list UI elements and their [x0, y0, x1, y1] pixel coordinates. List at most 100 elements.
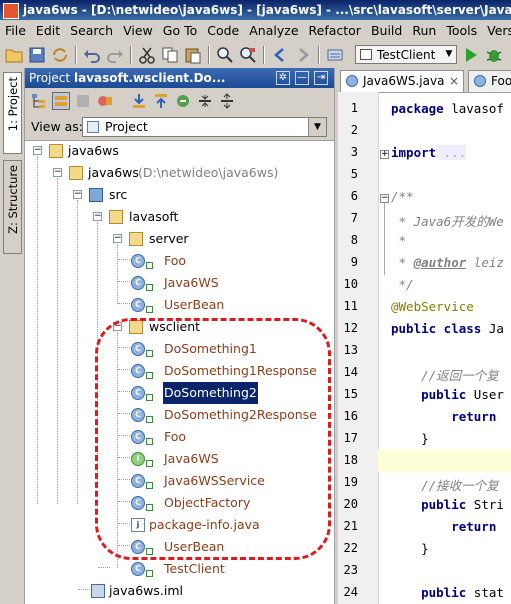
tab-foo[interactable]: Foo — [468, 70, 511, 92]
menu-refactor[interactable]: Refactor — [304, 20, 366, 42]
tree-label: lavasoft — [129, 209, 179, 224]
collapse-toggle[interactable]: − — [53, 168, 62, 177]
collapse-toggle[interactable]: − — [113, 234, 122, 243]
keyword: public — [391, 497, 467, 512]
collapse-all-icon[interactable] — [197, 93, 213, 109]
expand-fold-icon[interactable]: + — [380, 150, 389, 159]
code-line: */ — [391, 277, 414, 292]
copy-icon[interactable] — [161, 46, 179, 64]
line-number: 7 — [350, 211, 358, 225]
redo-icon[interactable] — [106, 46, 124, 64]
package-icon — [109, 210, 123, 224]
autoscroll-from-source-icon[interactable] — [153, 93, 169, 109]
code-view[interactable]: + − package lavasof import ... /** * Jav… — [378, 92, 511, 604]
make-project-icon[interactable] — [326, 46, 344, 64]
class-icon — [474, 75, 486, 87]
code-line: * — [391, 233, 407, 248]
expand-all-icon[interactable] — [219, 93, 235, 109]
open-folder-icon[interactable] — [5, 46, 23, 64]
tree-label: Java6WS — [164, 275, 219, 290]
menu-bar: File Edit Search View Go To Code Analyze Refact… — [0, 20, 511, 42]
editor-area: Java6WS.java × Foo 1 2 3 5 6 7 8 9 10 11… — [338, 68, 511, 604]
source-folder-icon — [89, 188, 103, 202]
folded-imports[interactable]: ... — [436, 145, 467, 160]
chevron-down-icon: ▼ — [308, 118, 326, 136]
code-line: * Java6开发的We — [391, 214, 504, 229]
tree-file-java6ws-iml[interactable]: java6ws.iml — [25, 580, 334, 602]
toolbar-separator — [130, 46, 132, 64]
menu-build[interactable]: Build — [366, 20, 407, 42]
settings-icon[interactable]: ✲ — [276, 71, 290, 85]
collapse-toggle[interactable]: − — [73, 190, 82, 199]
synchronize-icon[interactable] — [51, 46, 69, 64]
tree-class-testclient[interactable]: C TestClient — [25, 558, 334, 580]
tree-class-java6ws[interactable]: C Java6WS — [25, 272, 334, 294]
tab-structure-label: Z: Structure — [6, 165, 20, 234]
menu-code[interactable]: Code — [202, 20, 244, 42]
menu-analyze[interactable]: Analyze — [244, 20, 303, 42]
flatten-packages-icon[interactable] — [52, 92, 70, 110]
collapse-toggle[interactable]: − — [93, 212, 102, 221]
line-number: 17 — [343, 431, 358, 445]
collapse-toggle[interactable]: − — [33, 146, 42, 155]
line-number: 15 — [343, 387, 358, 401]
menu-edit[interactable]: Edit — [31, 20, 65, 42]
tab-structure[interactable]: Z: Structure — [3, 160, 22, 254]
menu-view[interactable]: View — [118, 20, 158, 42]
paste-icon[interactable] — [184, 46, 202, 64]
module-file-icon — [91, 584, 105, 598]
tree-class-foo[interactable]: C Foo — [25, 250, 334, 272]
autoscroll-to-source-icon[interactable] — [131, 93, 147, 109]
close-icon[interactable]: × — [449, 71, 459, 91]
debug-icon[interactable] — [485, 46, 503, 64]
compiled-badge-icon — [146, 284, 153, 291]
back-icon[interactable] — [271, 46, 289, 64]
line-number: 13 — [343, 343, 358, 357]
tree-folder-src[interactable]: − src — [25, 184, 334, 206]
chevron-down-icon: ▼ — [445, 49, 453, 59]
line-number: 12 — [343, 321, 358, 335]
tree-class-userbean[interactable]: C UserBean — [25, 294, 334, 316]
pin-icon[interactable]: — — [295, 71, 309, 85]
idea-app-icon — [3, 3, 19, 19]
keyword: public — [391, 585, 467, 600]
save-all-icon[interactable] — [28, 46, 46, 64]
tab-label: Foo — [491, 74, 511, 88]
scroll-to-source-icon[interactable] — [175, 93, 191, 109]
show-members-icon[interactable] — [75, 93, 91, 109]
main-toolbar: TestClient ▼ — [0, 42, 511, 69]
forward-icon[interactable] — [294, 46, 312, 64]
class-icon: C — [131, 562, 145, 576]
tab-label: Java6WS.java — [363, 74, 445, 88]
menu-run[interactable]: Run — [407, 20, 441, 42]
replace-icon[interactable] — [239, 46, 257, 64]
tree-module-java6ws[interactable]: − java6ws (D:\netwideo\java6ws) — [25, 162, 334, 184]
run-configuration-select[interactable]: TestClient ▼ — [355, 45, 457, 64]
undo-icon[interactable] — [83, 46, 101, 64]
tree-structure-icon[interactable] — [31, 93, 47, 109]
menu-file[interactable]: File — [0, 20, 31, 42]
menu-tools[interactable]: Tools — [441, 20, 482, 42]
tree-label: java6ws — [88, 165, 139, 180]
menu-search[interactable]: Search — [65, 20, 118, 42]
collapse-fold-icon[interactable]: − — [380, 194, 389, 203]
hide-panel-icon[interactable]: ⇥ — [314, 71, 328, 85]
tree-package-lavasoft[interactable]: − lavasoft — [25, 206, 334, 228]
run-icon[interactable] — [462, 46, 480, 64]
code-line: } — [391, 431, 429, 446]
tree-package-server[interactable]: − server — [25, 228, 334, 250]
menu-goto[interactable]: Go To — [158, 20, 202, 42]
menu-vcs[interactable]: Version Control — [482, 20, 511, 42]
code-line: public stat — [391, 585, 504, 600]
project-panel-toolbar — [25, 88, 334, 114]
tab-project[interactable]: 1: Project — [3, 72, 22, 154]
tree-root-java6ws[interactable]: − java6ws — [25, 140, 334, 162]
code-text: Ja — [481, 321, 504, 336]
editor-tabs: Java6WS.java × Foo — [338, 68, 511, 93]
tab-java6ws-java[interactable]: Java6WS.java × — [340, 70, 464, 92]
view-as-select[interactable]: Project ▼ — [82, 117, 327, 137]
cut-icon[interactable] — [138, 46, 156, 64]
toolbar-separator — [263, 46, 265, 64]
find-icon[interactable] — [216, 46, 234, 64]
show-modules-icon[interactable] — [97, 93, 113, 109]
